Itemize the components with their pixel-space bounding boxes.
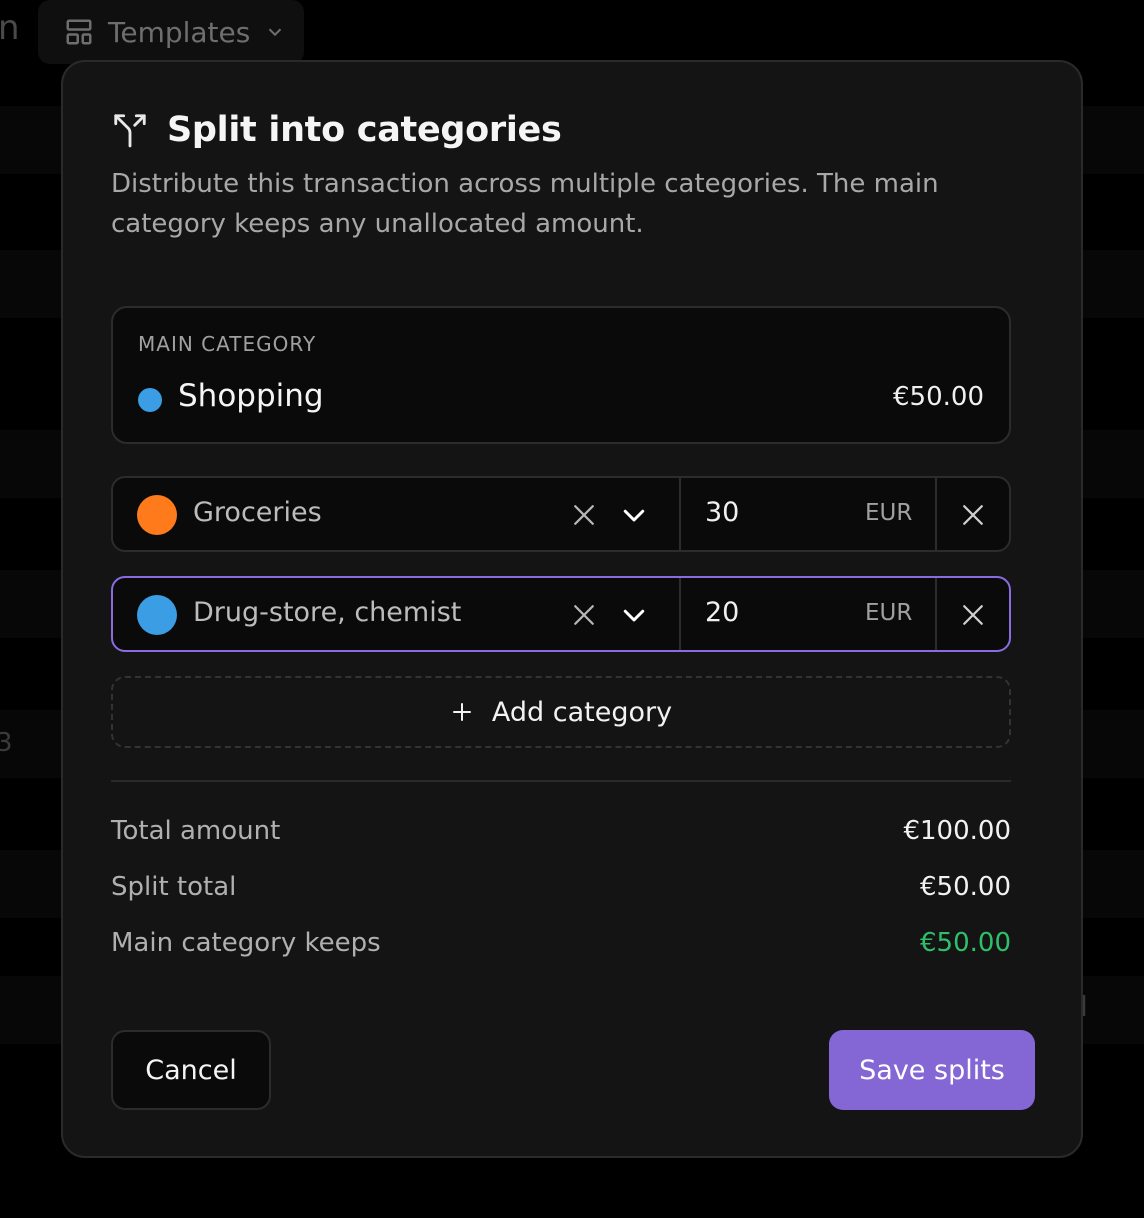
split-amount-input[interactable]: 30	[705, 497, 739, 528]
total-amount-value: €100.00	[903, 816, 1011, 846]
templates-button-label: Templates	[108, 15, 251, 49]
total-amount-label: Total amount	[111, 816, 281, 846]
add-category-button[interactable]: Add category	[111, 676, 1011, 748]
chevron-down-icon[interactable]	[619, 600, 649, 630]
add-category-label: Add category	[491, 696, 673, 728]
divider	[679, 578, 681, 650]
save-splits-button[interactable]: Save splits	[829, 1030, 1035, 1110]
clear-category-icon[interactable]	[569, 500, 599, 530]
category-color-dot	[138, 388, 162, 412]
category-color-dot	[137, 595, 177, 635]
split-amount-input[interactable]: 20	[705, 597, 739, 628]
templates-button[interactable]: Templates	[38, 0, 304, 64]
currency-label: EUR	[865, 500, 913, 526]
chevron-down-icon	[269, 28, 282, 37]
currency-label: EUR	[865, 600, 913, 626]
main-keeps-label: Main category keeps	[111, 928, 381, 958]
category-select[interactable]: Drug-store, chemist	[193, 597, 461, 628]
split-row: Groceries 30 EUR	[111, 476, 1011, 552]
divider	[935, 578, 937, 650]
background-fragment-text: 3	[0, 728, 13, 758]
divider	[111, 780, 1011, 782]
split-total-value: €50.00	[920, 872, 1011, 902]
category-select[interactable]: Groceries	[193, 497, 322, 528]
divider	[679, 478, 681, 550]
split-total-label: Split total	[111, 872, 237, 902]
remove-split-icon[interactable]	[958, 600, 988, 630]
summary-row-keeps: Main category keeps €50.00	[111, 928, 1011, 968]
background-fragment-text: n	[0, 8, 20, 48]
split-categories-dialog: Split into categories Distribute this tr…	[61, 60, 1083, 1158]
layout-template-icon	[66, 19, 92, 45]
dialog-title: Split into categories	[167, 110, 562, 150]
dialog-header: Split into categories	[111, 110, 562, 150]
split-row: Drug-store, chemist 20 EUR	[111, 576, 1011, 652]
main-category-label: MAIN CATEGORY	[138, 332, 317, 356]
main-category-name: Shopping	[178, 378, 324, 414]
dialog-description: Distribute this transaction across multi…	[111, 169, 939, 239]
summary-row-split: Split total €50.00	[111, 872, 1011, 912]
plus-icon	[452, 703, 471, 721]
main-keeps-value: €50.00	[920, 928, 1011, 958]
remove-split-icon[interactable]	[958, 500, 988, 530]
main-category-card: MAIN CATEGORY Shopping €50.00	[111, 306, 1011, 444]
summary-row-total: Total amount €100.00	[111, 816, 1011, 856]
chevron-down-icon[interactable]	[619, 500, 649, 530]
category-color-dot	[137, 495, 177, 535]
main-category-amount: €50.00	[893, 382, 984, 412]
divider	[935, 478, 937, 550]
split-icon	[114, 114, 146, 148]
clear-category-icon[interactable]	[569, 600, 599, 630]
cancel-button[interactable]: Cancel	[111, 1030, 271, 1110]
